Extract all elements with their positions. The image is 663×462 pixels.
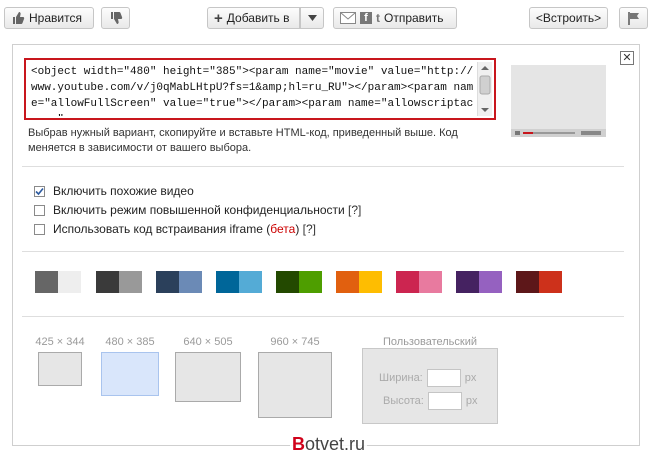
add-to-button[interactable]: + Добавить в (207, 7, 300, 29)
width-input[interactable] (426, 369, 461, 387)
size-label: 960 × 745 (270, 336, 320, 348)
embed-code-textarea[interactable]: <object width="480" height="385"><param … (24, 58, 496, 120)
color-theme-swatch[interactable] (156, 271, 202, 293)
code-scrollbar[interactable] (477, 62, 492, 116)
like-label: Нравится (29, 11, 82, 25)
size-label: 480 × 385 (105, 336, 155, 348)
color-theme-swatch[interactable] (35, 271, 81, 293)
mail-icon (340, 12, 356, 24)
send-label: Отправить (384, 11, 444, 25)
embed-code-text: <object width="480" height="385"><param … (31, 66, 474, 116)
height-label: Высота: (383, 395, 424, 407)
close-icon[interactable]: ✕ (620, 51, 634, 65)
like-button[interactable]: Нравится (4, 7, 94, 29)
chevron-down-icon (307, 15, 317, 21)
size-label: 425 × 344 (35, 336, 85, 348)
size-preview-selected (101, 352, 159, 396)
privacy-help-link[interactable]: [?] (348, 203, 361, 217)
dislike-button[interactable] (101, 7, 130, 29)
iframe-code-checkbox[interactable] (34, 223, 45, 235)
embed-button[interactable]: <Встроить> (529, 7, 608, 29)
separator (22, 251, 624, 252)
flag-button[interactable] (619, 7, 648, 29)
size-preview (38, 352, 82, 386)
related-videos-label: Включить похожие видео (53, 184, 194, 198)
privacy-mode-label: Включить режим повышенной конфиденциальн… (53, 203, 362, 217)
related-videos-checkbox[interactable] (34, 185, 45, 197)
size-option-480[interactable]: 480 × 385 (97, 336, 163, 396)
player-preview (511, 65, 606, 137)
add-to-dropdown-button[interactable] (300, 7, 324, 29)
color-theme-swatch[interactable] (456, 271, 502, 293)
option-privacy-mode[interactable]: Включить режим повышенной конфиденциальн… (34, 203, 361, 217)
color-theme-swatch[interactable] (516, 271, 562, 293)
embed-label: <Встроить> (535, 11, 602, 25)
size-preview (258, 352, 332, 418)
custom-height-row: Высота: px (383, 392, 477, 410)
watermark-text: otvet.ru (305, 434, 366, 454)
custom-size-box[interactable]: Ширина: px Высота: px (362, 348, 498, 424)
color-theme-swatch[interactable] (336, 271, 382, 293)
size-preview (175, 352, 241, 402)
option-iframe-code[interactable]: Использовать код встраивания iframe (бет… (34, 222, 316, 236)
beta-badge: бета (270, 222, 296, 236)
size-option-960[interactable]: 960 × 745 (256, 336, 334, 418)
watermark-initial: B (292, 434, 305, 454)
plus-icon: + (214, 9, 223, 27)
color-theme-swatch[interactable] (96, 271, 142, 293)
size-label: 640 × 505 (183, 336, 233, 348)
separator (22, 316, 624, 317)
width-label: Ширина: (379, 372, 423, 384)
color-theme-swatch[interactable] (216, 271, 262, 293)
privacy-mode-checkbox[interactable] (34, 204, 45, 216)
send-button[interactable]: f t Отправить (333, 7, 457, 29)
color-theme-swatch[interactable] (276, 271, 322, 293)
watermark: Botvet.ru (290, 434, 368, 455)
custom-size-title: Пользовательский (383, 336, 477, 348)
facebook-icon: f (360, 12, 372, 24)
embed-description: Выбрав нужный вариант, скопируйте и вста… (28, 127, 458, 154)
height-input[interactable] (427, 392, 462, 410)
twitter-icon: t (376, 11, 380, 25)
thumbs-down-icon (109, 11, 123, 25)
width-unit: px (464, 372, 477, 384)
color-theme-swatch[interactable] (396, 271, 442, 293)
option-related-videos[interactable]: Включить похожие видео (34, 184, 194, 198)
thumbs-up-icon (11, 11, 25, 25)
separator (22, 166, 624, 167)
size-option-640[interactable]: 640 × 505 (174, 336, 242, 402)
size-option-425[interactable]: 425 × 344 (29, 336, 91, 386)
iframe-help-link[interactable]: [?] (303, 222, 316, 236)
add-to-label: Добавить в (226, 11, 290, 25)
iframe-code-label: Использовать код встраивания iframe (бет… (53, 222, 316, 236)
flag-icon (627, 11, 640, 25)
custom-width-row: Ширина: px (379, 369, 476, 387)
height-unit: px (465, 395, 478, 407)
